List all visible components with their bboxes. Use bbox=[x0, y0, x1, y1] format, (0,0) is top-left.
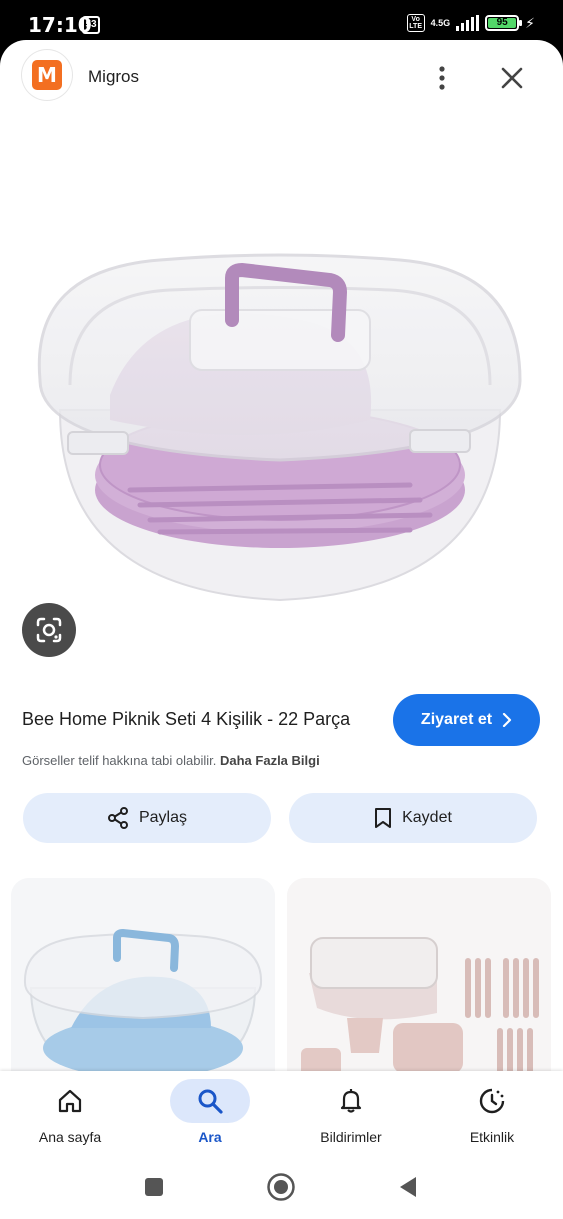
copyright-notice: Görseller telif hakkına tabi olabilir. D… bbox=[22, 753, 320, 768]
volte-icon: Vo LTE bbox=[406, 14, 425, 32]
circle-icon bbox=[267, 1173, 295, 1201]
bookmark-icon bbox=[375, 808, 392, 828]
more-vert-icon bbox=[439, 66, 445, 90]
save-button-label: Kaydet bbox=[402, 809, 452, 826]
battery-level: 95 bbox=[488, 18, 517, 28]
related-image-2[interactable] bbox=[287, 878, 551, 1088]
nav-notifications[interactable]: Bildirimler bbox=[281, 1071, 421, 1155]
triangle-back-icon bbox=[400, 1177, 416, 1197]
google-lens-button[interactable] bbox=[22, 603, 76, 657]
related-image-1[interactable] bbox=[11, 878, 275, 1088]
share-button[interactable]: Paylaş bbox=[23, 793, 271, 843]
activity-icon bbox=[479, 1088, 505, 1114]
image-detail-sheet: M Migros Bee Home Piknik Seti 4 Kişilik … bbox=[0, 40, 563, 1219]
nav-notifications-label: Bildirimler bbox=[320, 1129, 382, 1145]
square-icon bbox=[145, 1178, 163, 1196]
close-icon bbox=[501, 67, 523, 89]
chevron-right-icon bbox=[502, 713, 512, 727]
status-indicators: Vo LTE 4.5G 95 ⚡ bbox=[406, 14, 535, 32]
nav-activity[interactable]: Etkinlik bbox=[422, 1071, 562, 1155]
migros-logo-icon: M bbox=[32, 60, 62, 90]
network-type: 4.5G bbox=[430, 17, 451, 28]
nav-activity-icon-wrap bbox=[452, 1079, 532, 1123]
nav-notifications-icon-wrap bbox=[311, 1079, 391, 1123]
share-button-label: Paylaş bbox=[138, 809, 188, 826]
product-title[interactable]: Bee Home Piknik Seti 4 Kişilik - 22 Parç… bbox=[22, 709, 382, 730]
share-icon bbox=[107, 807, 128, 829]
nav-home-icon-wrap bbox=[30, 1079, 110, 1123]
home-system-button[interactable] bbox=[263, 1169, 299, 1205]
back-button[interactable] bbox=[390, 1169, 426, 1205]
lens-icon bbox=[36, 617, 62, 643]
blue-picnic-set-thumbnail bbox=[11, 878, 275, 1088]
search-icon bbox=[198, 1089, 223, 1114]
save-button[interactable]: Kaydet bbox=[289, 793, 537, 843]
recents-button[interactable] bbox=[136, 1169, 172, 1205]
charging-icon: ⚡ bbox=[525, 14, 535, 31]
sheet-header: M Migros bbox=[0, 40, 563, 114]
notification-badge: 53 bbox=[82, 16, 100, 34]
pink-picnic-set-thumbnail bbox=[287, 878, 551, 1088]
visit-button[interactable]: Ziyaret et bbox=[393, 694, 540, 746]
nav-home-label: Ana sayfa bbox=[38, 1129, 102, 1145]
visit-button-label: Ziyaret et bbox=[420, 711, 493, 728]
more-options-button[interactable] bbox=[426, 62, 458, 94]
more-info-link[interactable]: Daha Fazla Bilgi bbox=[220, 753, 320, 768]
home-icon bbox=[58, 1089, 82, 1113]
nav-search[interactable]: Ara bbox=[140, 1071, 280, 1155]
site-logo[interactable]: M bbox=[22, 50, 72, 100]
battery-icon: 95 bbox=[485, 15, 523, 31]
nav-search-icon-wrap bbox=[170, 1079, 250, 1123]
picnic-container-illustration bbox=[37, 253, 522, 602]
copyright-text: Görseller telif hakkına tabi olabilir. bbox=[22, 753, 217, 768]
bottom-navigation: Ana sayfa Ara Bildirimler Etkinlik bbox=[0, 1071, 563, 1155]
system-navigation-bar bbox=[0, 1155, 563, 1219]
bell-icon bbox=[340, 1089, 362, 1113]
signal-icon bbox=[456, 15, 480, 31]
product-image[interactable] bbox=[0, 120, 563, 640]
nav-search-label: Ara bbox=[198, 1129, 222, 1145]
nav-home[interactable]: Ana sayfa bbox=[0, 1071, 140, 1155]
close-button[interactable] bbox=[494, 60, 530, 96]
nav-activity-label: Etkinlik bbox=[469, 1129, 515, 1145]
site-name[interactable]: Migros bbox=[88, 67, 139, 87]
